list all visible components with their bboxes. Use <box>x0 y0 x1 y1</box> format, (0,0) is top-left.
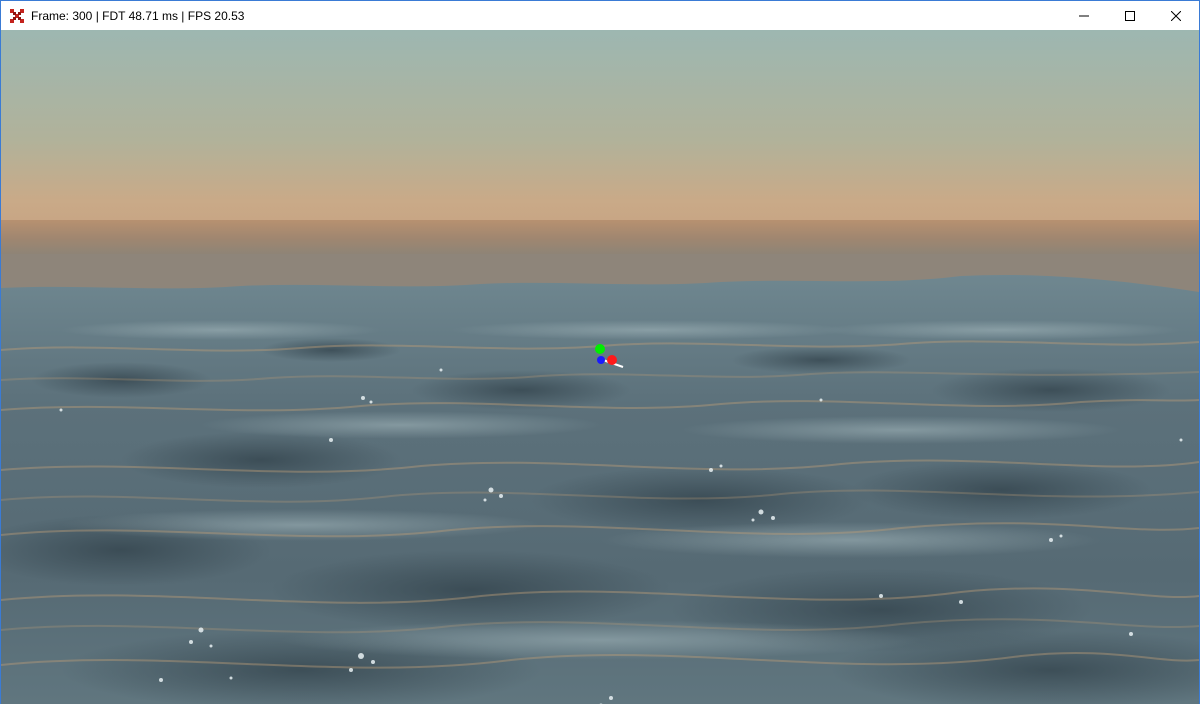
y-axis-handle[interactable] <box>595 344 605 354</box>
app-window: Frame: 300 | FDT 48.71 ms | FPS 20.53 <box>0 0 1200 704</box>
horizon-band <box>1 220 1199 258</box>
window-title: Frame: 300 | FDT 48.71 ms | FPS 20.53 <box>31 8 245 23</box>
maximize-button[interactable] <box>1107 1 1153 30</box>
title-bar[interactable]: Frame: 300 | FDT 48.71 ms | FPS 20.53 <box>1 1 1199 30</box>
close-button[interactable] <box>1153 1 1199 30</box>
window-controls <box>1061 1 1199 30</box>
close-icon <box>1171 10 1181 21</box>
ocean-scene <box>1 30 1199 704</box>
sky <box>1 30 1199 230</box>
maximize-icon <box>1125 10 1135 21</box>
minimize-icon <box>1079 15 1089 16</box>
z-axis-handle[interactable] <box>597 356 605 364</box>
x-axis-handle[interactable] <box>607 355 617 365</box>
grid-logo-icon <box>9 7 25 24</box>
wave-shading <box>1 320 1199 704</box>
render-viewport[interactable] <box>1 30 1199 704</box>
minimize-button[interactable] <box>1061 1 1107 30</box>
